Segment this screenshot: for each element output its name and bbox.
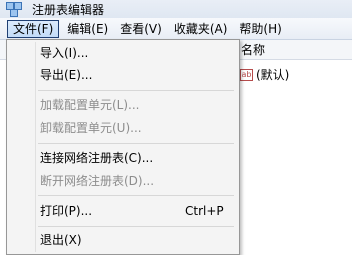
menu-file[interactable]: 文件(F) xyxy=(7,19,60,38)
menu-view[interactable]: 查看(V) xyxy=(114,20,168,38)
menu-edit[interactable]: 编辑(E) xyxy=(61,20,114,38)
menu-separator xyxy=(38,143,234,144)
column-header-name[interactable]: 名称 xyxy=(235,40,352,60)
menu-item-label: 加载配置单元(L)... xyxy=(40,98,140,112)
menu-item-load-hive: 加载配置单元(L)... xyxy=(9,95,237,115)
menu-favorites[interactable]: 收藏夹(A) xyxy=(168,20,234,38)
value-name: (默认) xyxy=(256,68,290,82)
menu-item-label: 断开网络注册表(D)... xyxy=(40,174,155,188)
menu-item-disconnect-network-registry: 断开网络注册表(D)... xyxy=(9,171,237,191)
registry-editor-icon xyxy=(4,1,26,17)
menu-item-unload-hive: 卸载配置单元(U)... xyxy=(9,118,237,138)
menu-item-label: 打印(P)... xyxy=(40,204,93,218)
menu-item-shortcut: Ctrl+P xyxy=(185,204,224,218)
menu-item-label: 导入(I)... xyxy=(40,46,89,60)
menu-separator xyxy=(38,90,234,91)
menu-item-label: 退出(X) xyxy=(40,233,82,247)
file-menu-dropdown: 导入(I)... 导出(E)... 加载配置单元(L)... 卸载配置单元(U)… xyxy=(6,39,240,255)
title-bar: 注册表编辑器 xyxy=(0,0,352,18)
menu-item-import[interactable]: 导入(I)... xyxy=(9,43,237,63)
menu-item-exit[interactable]: 退出(X) xyxy=(9,230,237,250)
menu-item-connect-network-registry[interactable]: 连接网络注册表(C)... xyxy=(9,148,237,168)
menu-item-label: 连接网络注册表(C)... xyxy=(40,151,154,165)
menu-separator xyxy=(38,195,234,196)
string-value-icon: ab xyxy=(240,69,253,81)
menu-separator xyxy=(38,226,234,227)
menu-item-print[interactable]: 打印(P)... Ctrl+P xyxy=(9,201,237,221)
menu-help[interactable]: 帮助(H) xyxy=(233,20,287,38)
list-item[interactable]: ab (默认) xyxy=(235,66,289,84)
menu-bar: 文件(F) 编辑(E) 查看(V) 收藏夹(A) 帮助(H) xyxy=(0,18,352,40)
window-title: 注册表编辑器 xyxy=(32,2,105,17)
menu-item-label: 卸载配置单元(U)... xyxy=(40,121,142,135)
menu-item-export[interactable]: 导出(E)... xyxy=(9,65,237,85)
menu-item-label: 导出(E)... xyxy=(40,68,93,82)
